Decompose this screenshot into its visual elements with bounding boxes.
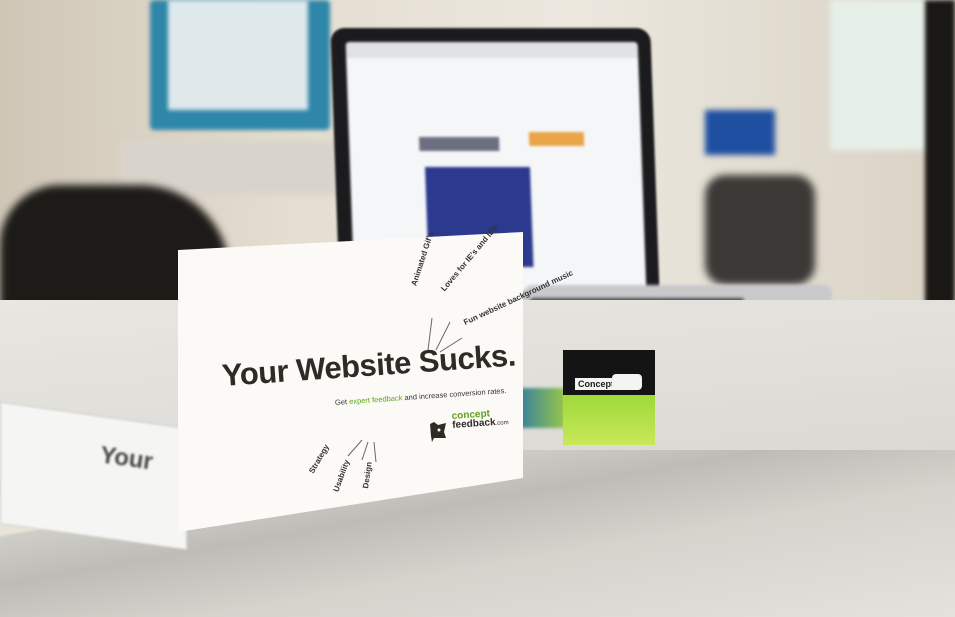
screen-orange-block bbox=[528, 132, 585, 146]
brand-name: concept feedback.com bbox=[451, 408, 509, 432]
business-card-logo: Concept bbox=[575, 378, 617, 390]
dark-edge bbox=[925, 0, 955, 330]
office-chair-right bbox=[705, 175, 815, 285]
subline-prefix: Get bbox=[334, 397, 350, 407]
arrow-down-right bbox=[373, 441, 377, 463]
arrow-down-mid bbox=[361, 441, 369, 461]
blurred-monitor bbox=[705, 110, 775, 155]
blurred-poster-inner bbox=[168, 0, 308, 110]
brand-suffix: .com bbox=[495, 420, 509, 427]
business-card-green-band bbox=[563, 395, 655, 445]
speech-bubble-icon bbox=[612, 374, 642, 390]
arrow-down-left bbox=[347, 439, 363, 457]
brand-line-2-text: feedback bbox=[451, 416, 496, 431]
card-stack bbox=[0, 401, 187, 551]
blurred-window bbox=[830, 0, 940, 150]
screen-browser-bar bbox=[345, 42, 639, 58]
screen-strip bbox=[418, 137, 500, 151]
concept-feedback-logo-icon bbox=[430, 422, 446, 442]
photo-scene: Your Concept Your Website Sucks. Get exp… bbox=[0, 0, 955, 617]
